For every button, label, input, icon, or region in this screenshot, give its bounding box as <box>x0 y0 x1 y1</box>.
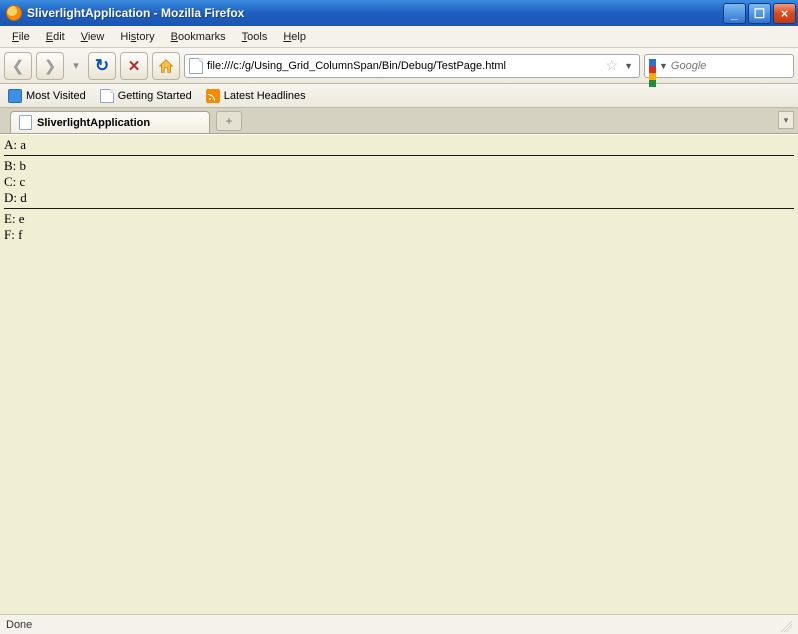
bookmark-latest-headlines[interactable]: Latest Headlines <box>202 87 310 105</box>
tab-page-icon <box>19 115 32 130</box>
menu-help[interactable]: Help <box>275 29 314 45</box>
page-content: A: a B: b C: c D: d E: e F: f <box>0 134 798 614</box>
home-icon <box>157 57 175 75</box>
menu-bar: File Edit View History Bookmarks Tools H… <box>0 26 798 48</box>
separator <box>4 208 794 209</box>
tab-title: SliverlightApplication <box>37 117 150 129</box>
search-engine-dropdown[interactable]: ▼ <box>659 61 668 71</box>
back-button[interactable]: ❮ <box>4 52 32 80</box>
bookmark-label: Latest Headlines <box>224 90 306 102</box>
url-dropdown-icon[interactable]: ▼ <box>622 61 635 71</box>
bookmark-label: Most Visited <box>26 90 86 102</box>
status-bar: Done <box>0 614 798 634</box>
new-tab-button[interactable]: + <box>216 111 242 131</box>
most-visited-icon <box>8 89 22 103</box>
window-titlebar: SliverlightApplication - Mozilla Firefox… <box>0 0 798 26</box>
content-row: B: b <box>4 158 794 174</box>
status-text: Done <box>6 619 32 631</box>
stop-button[interactable]: ✕ <box>120 52 148 80</box>
firefox-icon <box>6 5 22 21</box>
menu-file[interactable]: File <box>4 29 38 45</box>
tabs-dropdown[interactable]: ▾ <box>778 111 794 129</box>
content-row: C: c <box>4 174 794 190</box>
home-button[interactable] <box>152 52 180 80</box>
history-dropdown[interactable]: ▾ <box>68 52 84 80</box>
bookmark-label: Getting Started <box>118 90 192 102</box>
content-row: F: f <box>4 227 794 243</box>
navigation-toolbar: ❮ ❯ ▾ ↻ ✕ ☆ ▼ ▼ 🔍 <box>0 48 798 84</box>
tab-active[interactable]: SliverlightApplication <box>10 111 210 133</box>
content-row: E: e <box>4 211 794 227</box>
close-button[interactable]: × <box>773 3 796 24</box>
content-row: D: d <box>4 190 794 206</box>
google-icon <box>649 59 656 73</box>
url-bar[interactable]: ☆ ▼ <box>184 54 640 78</box>
url-input[interactable] <box>207 60 602 72</box>
separator <box>4 155 794 156</box>
bookmark-most-visited[interactable]: Most Visited <box>4 87 90 105</box>
search-box[interactable]: ▼ 🔍 <box>644 54 794 78</box>
content-row: A: a <box>4 137 794 153</box>
menu-tools[interactable]: Tools <box>234 29 276 45</box>
menu-edit[interactable]: Edit <box>38 29 73 45</box>
bookmark-getting-started[interactable]: Getting Started <box>96 87 196 105</box>
bookmarks-toolbar: Most Visited Getting Started Latest Head… <box>0 84 798 108</box>
resize-grip-icon[interactable] <box>778 618 792 632</box>
maximize-button[interactable]: ☐ <box>748 3 771 24</box>
menu-bookmarks[interactable]: Bookmarks <box>163 29 234 45</box>
minimize-button[interactable]: _ <box>723 3 746 24</box>
menu-history[interactable]: History <box>112 29 162 45</box>
window-title: SliverlightApplication - Mozilla Firefox <box>27 6 723 20</box>
bookmark-star-icon[interactable]: ☆ <box>606 57 619 74</box>
rss-icon <box>206 89 220 103</box>
reload-button[interactable]: ↻ <box>88 52 116 80</box>
search-input[interactable] <box>671 60 798 72</box>
getting-started-icon <box>100 89 114 103</box>
menu-view[interactable]: View <box>73 29 113 45</box>
tab-bar: SliverlightApplication + ▾ <box>0 108 798 134</box>
page-icon <box>189 58 203 74</box>
forward-button[interactable]: ❯ <box>36 52 64 80</box>
